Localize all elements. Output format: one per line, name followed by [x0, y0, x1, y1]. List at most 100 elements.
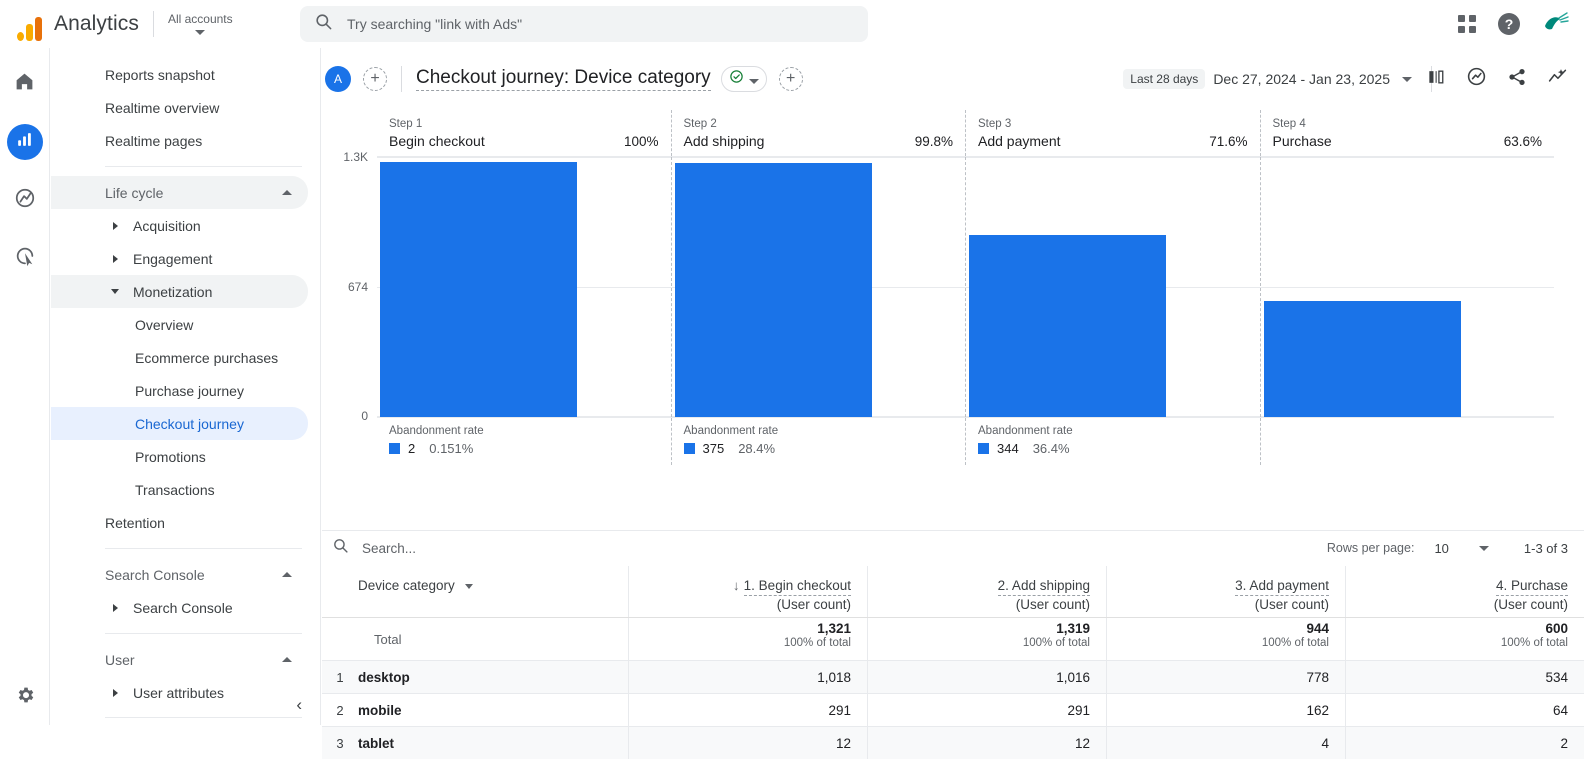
- sidebar-item-search-console[interactable]: Search Console: [51, 591, 308, 624]
- rows-per-page-value[interactable]: 10: [1434, 541, 1448, 556]
- sidebar-item-transactions[interactable]: Transactions: [51, 473, 308, 506]
- add-dimension-button[interactable]: +: [778, 67, 803, 91]
- comparison-avatar[interactable]: A: [325, 66, 351, 92]
- page-title[interactable]: Checkout journey: Device category: [416, 67, 711, 91]
- divider: [152, 10, 154, 37]
- row-index: 1: [336, 669, 344, 685]
- bar-purchase[interactable]: [1263, 301, 1461, 417]
- search-icon: [332, 537, 349, 559]
- funnel-step-1[interactable]: Step 1 Begin checkout 100%: [377, 110, 671, 156]
- row-dimension[interactable]: desktop: [358, 670, 628, 685]
- topbar-actions: ?: [1458, 0, 1570, 48]
- sidebar-item-acquisition[interactable]: Acquisition: [51, 209, 308, 242]
- date-range-selector[interactable]: Last 28 days Dec 27, 2024 - Jan 23, 2025: [1123, 69, 1412, 89]
- sidebar-item-promotions[interactable]: Promotions: [51, 440, 308, 473]
- index-column-header: [322, 566, 358, 617]
- table-toolbar: Rows per page: 10 1-3 of 3: [322, 530, 1584, 565]
- sidebar-item-realtime-pages[interactable]: Realtime pages: [51, 124, 308, 157]
- funnel-step-2[interactable]: Step 2 Add shipping 99.8%: [670, 110, 966, 156]
- compare-bars-icon[interactable]: [1426, 67, 1446, 92]
- help-icon[interactable]: ?: [1498, 13, 1520, 35]
- sidebar-item-ecommerce-purchases[interactable]: Ecommerce purchases: [51, 341, 308, 374]
- insights-icon[interactable]: [1466, 66, 1487, 92]
- rail-item-explore[interactable]: [7, 182, 43, 218]
- sort-descending-icon: ↓: [732, 578, 740, 593]
- bar-add-shipping[interactable]: [674, 163, 872, 417]
- collapse-nav-button[interactable]: ‹: [296, 695, 302, 715]
- hummingbird-avatar[interactable]: [1542, 10, 1570, 39]
- add-comparison-button[interactable]: +: [363, 67, 387, 91]
- nav-divider: [105, 548, 302, 549]
- nav-group-search-console[interactable]: Search Console: [51, 558, 308, 591]
- metric-column-header-4[interactable]: 4. Purchase (User count): [1345, 566, 1584, 617]
- rail-item-reports[interactable]: [6, 124, 43, 160]
- account-selector[interactable]: All accounts: [168, 12, 233, 35]
- bar-begin-checkout[interactable]: [380, 162, 577, 417]
- funnel-step-3[interactable]: Step 3 Add payment 71.6%: [965, 110, 1260, 156]
- table-row[interactable]: 1 desktop 1,018 1,016 778 534: [322, 660, 1584, 693]
- sidebar-item-realtime-overview[interactable]: Realtime overview: [51, 91, 308, 124]
- abandonment-rate: 28.4%: [738, 441, 776, 456]
- row-dimension[interactable]: tablet: [358, 736, 628, 751]
- nav-group-user[interactable]: User: [51, 643, 308, 676]
- report-actions: [1426, 66, 1568, 92]
- nav-group-label: Life cycle: [105, 184, 164, 201]
- share-icon[interactable]: [1507, 67, 1527, 92]
- triangle-down-icon: [111, 289, 119, 294]
- abandonment-cell-4: [1259, 418, 1555, 465]
- table-search[interactable]: [332, 537, 972, 559]
- global-search[interactable]: [300, 6, 868, 42]
- metric-column-header-1[interactable]: ↓ 1. Begin checkout (User count): [628, 566, 867, 617]
- sidebar-item-purchase-journey[interactable]: Purchase journey: [51, 374, 308, 407]
- triangle-right-icon: [113, 221, 118, 230]
- sidebar-item-engagement[interactable]: Engagement: [51, 242, 308, 275]
- gear-icon[interactable]: [14, 684, 36, 711]
- sidebar-item-reports-snapshot[interactable]: Reports snapshot: [51, 58, 308, 91]
- funnel-step-4[interactable]: Step 4 Purchase 63.6%: [1259, 110, 1555, 156]
- table-row[interactable]: 3 tablet 12 12 4 2: [322, 726, 1584, 759]
- chevron-up-icon: [282, 190, 292, 195]
- search-input[interactable]: [347, 16, 854, 32]
- bar-column-1: [377, 157, 671, 417]
- metric-column-header-2[interactable]: 2. Add shipping (User count): [867, 566, 1106, 617]
- table-header-row: Device category ↓ 1. Begin checkout (User…: [322, 566, 1584, 618]
- rail-item-advertising[interactable]: [7, 240, 43, 276]
- metric-column-header-3[interactable]: 3. Add payment (User count): [1106, 566, 1345, 617]
- total-percent: 100% of total: [1500, 637, 1568, 649]
- bar-column-3: [965, 157, 1260, 417]
- total-cell-1: 1,321 100% of total: [628, 618, 867, 660]
- nav-group-life-cycle[interactable]: Life cycle: [51, 176, 308, 209]
- page-header: A + Checkout journey: Device category + …: [322, 48, 1584, 110]
- sidebar-item-checkout-journey[interactable]: Checkout journey: [51, 407, 308, 440]
- table-search-input[interactable]: [362, 540, 972, 556]
- triangle-right-icon: [113, 254, 118, 263]
- row-value-2: 291: [867, 694, 1106, 726]
- bar-column-2: [670, 157, 966, 417]
- abandonment-cell-3: Abandonment rate 344 36.4%: [965, 418, 1260, 465]
- nav-divider: [105, 166, 302, 167]
- metric-header-sublabel: (User count): [776, 597, 851, 612]
- rail-item-home[interactable]: [7, 66, 43, 102]
- sidebar-item-monetization[interactable]: Monetization: [51, 275, 308, 308]
- analytics-logo-icon: [12, 7, 46, 41]
- nav-group-label: User: [105, 651, 135, 668]
- dimension-column-header[interactable]: Device category: [358, 566, 628, 617]
- sidebar-item-retention[interactable]: Retention: [51, 506, 308, 539]
- row-value-1: 12: [628, 727, 867, 759]
- primary-navigation: Reports snapshot Realtime overview Realt…: [51, 48, 321, 725]
- sidebar-item-label: User attributes: [133, 684, 225, 701]
- report-status-dropdown[interactable]: [720, 66, 767, 92]
- sidebar-item-overview[interactable]: Overview: [51, 308, 308, 341]
- legend-swatch-icon: [978, 443, 989, 454]
- chevron-down-icon[interactable]: [1478, 545, 1489, 551]
- date-preset-chip: Last 28 days: [1123, 69, 1206, 89]
- trends-icon[interactable]: [1547, 66, 1568, 92]
- apps-grid-icon[interactable]: [1458, 15, 1476, 33]
- bar-add-payment[interactable]: [969, 235, 1166, 417]
- table-row[interactable]: 2 mobile 291 291 162 64: [322, 693, 1584, 726]
- row-dimension[interactable]: mobile: [358, 703, 628, 718]
- sidebar-item-user-attributes[interactable]: User attributes: [51, 676, 308, 709]
- funnel-step-headers: Step 1 Begin checkout 100% Step 2 Add sh…: [377, 110, 1554, 157]
- chevron-down-icon: [195, 30, 206, 35]
- row-value-4: 534: [1345, 661, 1584, 693]
